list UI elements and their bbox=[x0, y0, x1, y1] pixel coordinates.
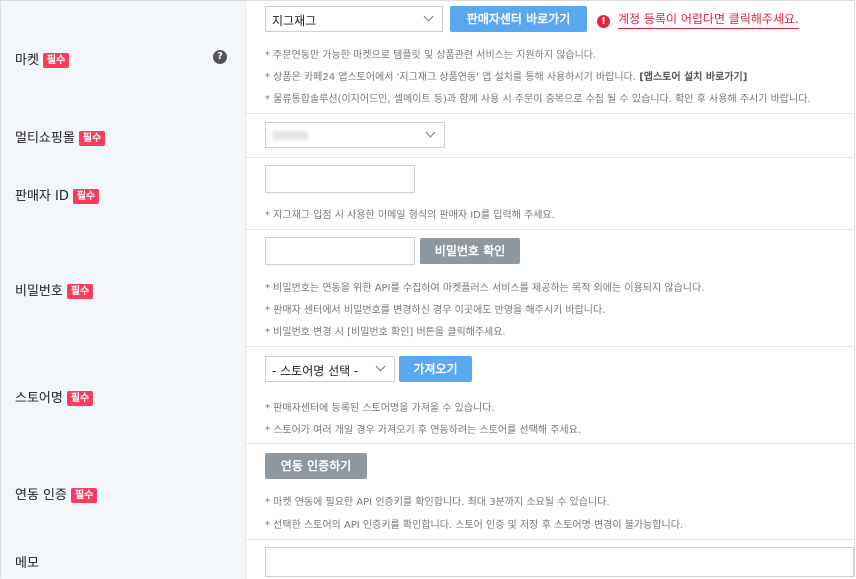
password-note-2: * 판매자 센터에서 비밀번호를 변경하신 경우 이곳에도 반영을 해주시기 바… bbox=[265, 305, 606, 316]
auth-label: 연동 인증 필수 bbox=[15, 484, 98, 503]
market-label: 마켓 필수 bbox=[15, 49, 70, 68]
auth-verify-button[interactable]: 연동 인증하기 bbox=[265, 453, 367, 479]
auth-row: 연동 인증 필수 연동 인증하기 * 마켓 연동에 필요한 API 인증키를 확인… bbox=[1, 443, 855, 540]
password-note-1: * 비밀번호는 연동을 위한 API를 수집하여 마켓플러스 서비스를 제공하는… bbox=[265, 283, 705, 294]
auth-note-1: * 마켓 연동에 필요한 API 인증키를 확인합니다. 최대 3분까지 소요될… bbox=[265, 497, 610, 508]
market-note-1: * 주문연동만 가능한 마켓으로 템플릿 및 상품관련 서비스는 지원하지 않습… bbox=[265, 50, 597, 61]
seller-id-input[interactable] bbox=[265, 165, 415, 193]
chevron-down-icon bbox=[425, 127, 436, 138]
store-label: 스토어명 필수 bbox=[15, 387, 94, 406]
multi-mall-label-cell: 멀티쇼핑몰 필수 bbox=[1, 113, 246, 157]
alert-icon: ! bbox=[597, 15, 610, 28]
store-select[interactable]: - 스토어명 선택 - bbox=[265, 356, 395, 382]
market-select[interactable]: 지그재그 bbox=[265, 6, 443, 32]
required-badge: 필수 bbox=[78, 131, 106, 146]
seller-id-label-cell: 판매자 ID 필수 bbox=[1, 157, 246, 229]
store-note-2: * 스토어가 여러 개일 경우 가져오기 후 연동하려는 스토어를 선택해 주세… bbox=[265, 425, 581, 436]
market-row: 마켓 필수 ? 지그재그 판매자센터 바로가기 ! 계정 등록이 어렵다면 클릭해주… bbox=[1, 1, 855, 114]
store-label-cell: 스토어명 필수 bbox=[1, 346, 246, 443]
blurred-mall-value bbox=[272, 131, 308, 140]
fetch-store-button[interactable]: 가져오기 bbox=[399, 356, 472, 382]
auth-label-text: 연동 인증 bbox=[15, 488, 67, 503]
store-row: 스토어명 필수 - 스토어명 선택 - 가져오기 * 판매자센터에 등록된 스토어… bbox=[1, 346, 855, 444]
store-label-text: 스토어명 bbox=[15, 391, 63, 406]
memo-input[interactable] bbox=[265, 547, 854, 577]
chevron-down-icon bbox=[375, 361, 386, 372]
appstore-install-link[interactable]: [앱스토어 설치 바로가기] bbox=[639, 72, 747, 83]
multi-mall-label: 멀티쇼핑몰 필수 bbox=[15, 127, 106, 146]
password-input[interactable] bbox=[265, 237, 415, 265]
chevron-down-icon bbox=[423, 11, 434, 22]
market-note-3: * 물류통합솔루션(이지어드민, 셀메이트 등)과 함께 사용 시 주문이 중복… bbox=[265, 94, 811, 105]
market-label-cell: 마켓 필수 ? bbox=[1, 1, 246, 113]
required-badge: 필수 bbox=[70, 488, 98, 503]
required-badge: 필수 bbox=[66, 284, 94, 299]
password-row: 비밀번호 필수 비밀번호 확인 * 비밀번호는 연동을 위한 API를 수집하여 … bbox=[1, 229, 855, 347]
password-label: 비밀번호 필수 bbox=[15, 280, 94, 299]
store-select-value: - 스토어명 선택 - bbox=[272, 364, 359, 378]
market-select-value: 지그재그 bbox=[272, 14, 317, 28]
auth-label-cell: 연동 인증 필수 bbox=[1, 443, 246, 539]
market-note-2: * 상품은 카페24 앱스토어에서 '지그재그 상품연동' 앱 설치를 통해 사… bbox=[265, 68, 747, 83]
account-help-link[interactable]: ! 계정 등록이 어렵다면 클릭해주세요. bbox=[597, 10, 799, 29]
password-label-text: 비밀번호 bbox=[15, 284, 63, 299]
memo-label-cell: 메모 bbox=[1, 539, 246, 579]
memo-row: 메모 bbox=[1, 539, 855, 579]
password-label-cell: 비밀번호 필수 bbox=[1, 229, 246, 346]
seller-id-label: 판매자 ID 필수 bbox=[15, 185, 100, 204]
account-help-text: 계정 등록이 어렵다면 클릭해주세요. bbox=[618, 12, 799, 29]
password-confirm-button[interactable]: 비밀번호 확인 bbox=[420, 238, 520, 264]
store-note-1: * 판매자센터에 등록된 스토어명을 가져올 수 있습니다. bbox=[265, 403, 495, 414]
multi-mall-select[interactable] bbox=[265, 122, 445, 148]
help-icon[interactable]: ? bbox=[213, 50, 227, 64]
required-badge: 필수 bbox=[66, 391, 94, 406]
market-settings-form: 마켓 필수 ? 지그재그 판매자센터 바로가기 ! 계정 등록이 어렵다면 클릭해주… bbox=[0, 0, 855, 579]
multi-mall-row: 멀티쇼핑몰 필수 bbox=[1, 113, 855, 158]
seller-id-row: 판매자 ID 필수 * 지그재그 입점 시 사용한 이메일 형식의 판매자 ID를… bbox=[1, 157, 855, 230]
market-note-2-text: * 상품은 카페24 앱스토어에서 '지그재그 상품연동' 앱 설치를 통해 사… bbox=[265, 72, 636, 83]
password-note-3: * 비밀번호 변경 시 [비밀번호 확인] 버튼을 클릭해주세요. bbox=[265, 327, 506, 338]
seller-center-button[interactable]: 판매자센터 바로가기 bbox=[450, 6, 587, 32]
multi-mall-label-text: 멀티쇼핑몰 bbox=[15, 131, 75, 146]
market-label-text: 마켓 bbox=[15, 53, 39, 68]
seller-id-note: * 지그재그 입점 시 사용한 이메일 형식의 판매자 ID를 입력해 주세요. bbox=[265, 210, 555, 221]
required-badge: 필수 bbox=[42, 53, 70, 68]
required-badge: 필수 bbox=[72, 189, 100, 204]
memo-label: 메모 bbox=[15, 556, 39, 571]
seller-id-label-text: 판매자 ID bbox=[15, 189, 69, 204]
auth-note-2: * 선택한 스토어의 API 인증키를 확인합니다. 스토어 인증 및 저장 후… bbox=[265, 520, 684, 531]
